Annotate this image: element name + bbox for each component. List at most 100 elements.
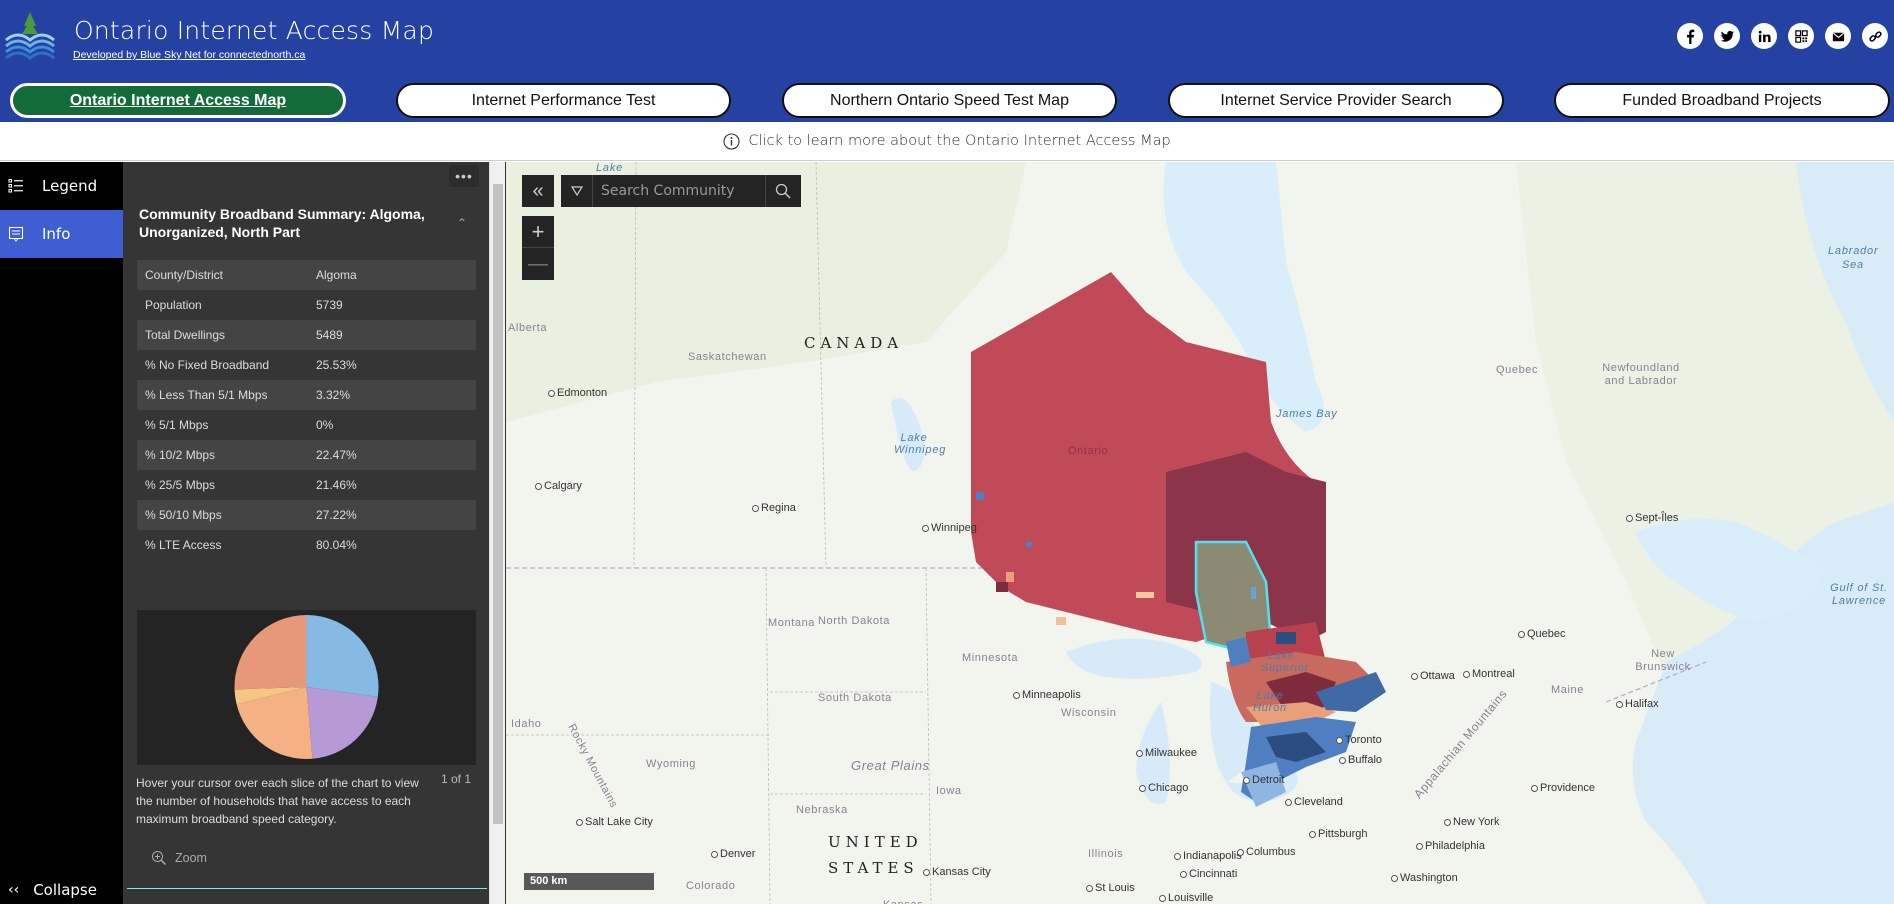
plus-icon: + <box>531 218 545 244</box>
search-source-dropdown[interactable] <box>561 175 593 207</box>
pie-slice-25-5-mbps[interactable] <box>306 687 378 759</box>
collapse-panel-button[interactable]: « <box>522 175 554 207</box>
map-label-state: New Brunswick <box>1635 648 1691 673</box>
map-label-city: Edmonton <box>548 387 607 399</box>
map-label-city: Salt Lake City <box>576 816 653 828</box>
feature-page-count: 1 of 1 <box>440 772 471 786</box>
map-label-state: Iowa <box>936 785 962 797</box>
map-label-city: Cleveland <box>1285 796 1343 808</box>
attribute-value: Algoma <box>316 268 357 282</box>
map-label-city: Pittsburgh <box>1309 828 1368 840</box>
map-label-city: Calgary <box>535 480 582 492</box>
linkedin-share-button[interactable] <box>1751 23 1777 49</box>
map-label-state: Kansas <box>883 899 923 904</box>
attribute-value: 21.46% <box>316 478 357 492</box>
facebook-share-button[interactable] <box>1677 23 1703 49</box>
attribute-key: % 10/2 Mbps <box>145 448 216 462</box>
map-label-province: Ontario <box>1068 445 1109 457</box>
twitter-icon <box>1720 30 1734 42</box>
app-title: Ontario Internet Access Map <box>74 16 435 45</box>
qr-code-button[interactable] <box>1788 23 1814 49</box>
attribute-row: % 25/5 Mbps 21.46% <box>137 470 476 500</box>
attribute-row: % Less Than 5/1 Mbps 3.32% <box>137 380 476 410</box>
attribute-row: % 5/1 Mbps 0% <box>137 410 476 440</box>
map-label-city: Ottawa <box>1411 670 1455 682</box>
nav-ontario-internet-access-map[interactable]: Ontario Internet Access Map <box>10 83 346 118</box>
basemap <box>506 162 1894 904</box>
learn-more-bar[interactable]: Click to learn more about the Ontario In… <box>0 122 1894 161</box>
map-label-city: Washington <box>1391 872 1458 884</box>
map-label-state: Quebec <box>1496 364 1539 376</box>
developer-link[interactable]: Developed by Blue Sky Net for connectedn… <box>73 49 305 61</box>
zoom-in-button[interactable]: + <box>522 216 554 248</box>
attribute-key: % LTE Access <box>145 538 222 552</box>
map-label-country: UNITED <box>828 833 923 851</box>
map-label-city: Chicago <box>1139 782 1188 794</box>
map-label-water: Lake Huron <box>1253 690 1287 714</box>
map-label-state: Wyoming <box>646 758 696 770</box>
attribute-value: 5489 <box>316 328 343 342</box>
attribute-row: % LTE Access 80.04% <box>137 530 476 560</box>
map-label-country: CANADA <box>804 334 904 352</box>
nav-funded-broadband-projects[interactable]: Funded Broadband Projects <box>1554 83 1890 118</box>
pie-slice-50-10-mbps[interactable] <box>306 615 379 698</box>
panel-scrollbar[interactable] <box>489 162 505 904</box>
chart-description: Hover your cursor over each slice of the… <box>136 776 419 826</box>
attribute-row: % 10/2 Mbps 22.47% <box>137 440 476 470</box>
email-icon <box>1832 32 1844 41</box>
email-share-button[interactable] <box>1825 23 1851 49</box>
more-options-button[interactable]: ••• <box>449 165 479 187</box>
attribute-row: % No Fixed Broadband 25.53% <box>137 350 476 380</box>
linkedin-icon <box>1758 30 1771 42</box>
double-chevron-left-icon: ‹‹ <box>8 882 20 898</box>
pie-slice-no-fixed-broadband[interactable] <box>234 615 307 690</box>
double-chevron-left-icon: « <box>532 179 544 202</box>
map-label-state: Newfoundland and Labrador <box>1602 362 1680 387</box>
map-view[interactable]: Lake Alberta Saskatchewan CANADA Edmonto… <box>505 162 1894 904</box>
collapse-sidebar-button[interactable]: ‹‹ Collapse <box>8 876 97 904</box>
map-label-state: Alberta <box>508 322 548 334</box>
map-label-city: Denver <box>711 848 755 860</box>
qr-code-icon <box>1794 29 1808 43</box>
copy-link-button[interactable] <box>1862 23 1888 49</box>
info-panel: ••• Community Broadband Summary: Algoma,… <box>123 162 489 904</box>
map-label-state: Montana <box>768 617 816 629</box>
map-label-state: North Dakota <box>818 615 891 627</box>
map-label-state: South Dakota <box>818 692 892 704</box>
nav-internet-service-provider-search[interactable]: Internet Service Provider Search <box>1168 83 1504 118</box>
map-label-city: Philadelphia <box>1416 840 1485 852</box>
scale-bar: 500 km <box>524 873 654 890</box>
attribute-value: 27.22% <box>316 508 357 522</box>
twitter-share-button[interactable] <box>1714 23 1740 49</box>
attribute-table: County/District Algoma Population 5739 Total… <box>137 260 476 560</box>
sidebar-item-label: Legend <box>42 177 98 195</box>
chevron-up-icon[interactable]: ⌃ <box>457 216 467 230</box>
attribute-value: 5739 <box>316 298 343 312</box>
nav-internet-performance-test[interactable]: Internet Performance Test <box>396 83 731 118</box>
map-label-city: St Louis <box>1086 882 1135 894</box>
attribute-row: Population 5739 <box>137 290 476 320</box>
map-label-city: Regina <box>752 502 796 514</box>
search-button[interactable] <box>765 175 799 207</box>
sidebar-item-info[interactable]: Info <box>0 210 123 258</box>
link-icon <box>1868 30 1882 42</box>
map-label-state: Illinois <box>1088 848 1124 860</box>
scrollbar-thumb[interactable] <box>493 184 503 824</box>
sidebar-item-label: Info <box>42 225 71 243</box>
sidebar-item-legend[interactable]: Legend <box>0 162 123 210</box>
zoom-label: Zoom <box>175 851 207 865</box>
legend-icon <box>8 179 23 193</box>
map-label-city: Toronto <box>1336 734 1382 746</box>
attribute-key: % 50/10 Mbps <box>145 508 222 522</box>
zoom-out-button[interactable]: — <box>522 248 554 280</box>
attribute-key: % No Fixed Broadband <box>145 358 270 372</box>
zoom-to-feature-button[interactable]: Zoom <box>151 850 207 866</box>
map-label-city: Kansas City <box>923 866 991 878</box>
attribute-key: Population <box>145 298 202 312</box>
search-input[interactable] <box>593 183 765 199</box>
zoom-in-magnifier-icon <box>152 851 167 866</box>
map-label-city: Cincinnati <box>1180 868 1237 880</box>
map-label-city: Sept-Îles <box>1626 512 1678 524</box>
map-label-city: Buffalo <box>1339 754 1382 766</box>
nav-northern-ontario-speed-test-map[interactable]: Northern Ontario Speed Test Map <box>782 83 1117 118</box>
